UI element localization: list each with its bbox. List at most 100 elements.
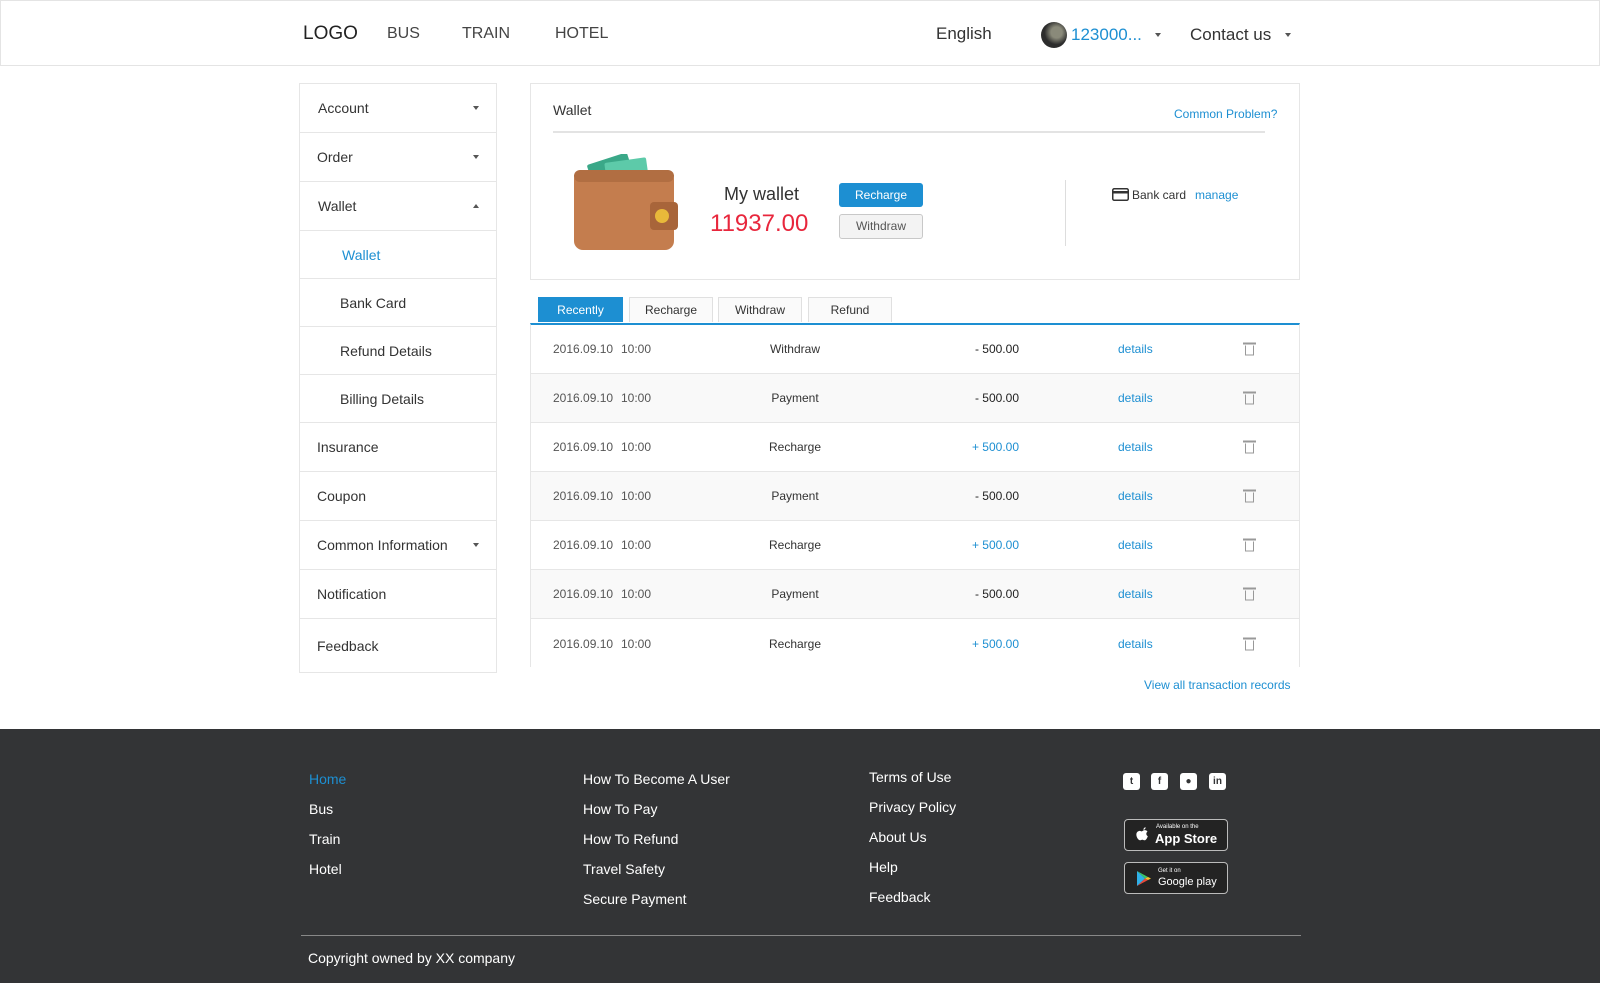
transaction-date: 2016.09.10: [553, 342, 614, 356]
transaction-time: 10:00: [621, 489, 652, 503]
sidebar-item-insurance[interactable]: Insurance: [300, 423, 496, 472]
recharge-button[interactable]: Recharge: [839, 183, 923, 207]
sidebar: Account Order Wallet Wallet Bank Card Re…: [299, 83, 497, 673]
footer-link-how-to-pay[interactable]: How To Pay: [583, 801, 657, 817]
avatar[interactable]: [1041, 22, 1067, 48]
transaction-date: 2016.09.10: [553, 538, 614, 552]
sidebar-item-label: Common Information: [317, 537, 448, 553]
footer-link-about[interactable]: About Us: [869, 829, 927, 845]
footer: [0, 729, 1600, 983]
sidebar-subitem-refund-details[interactable]: Refund Details: [300, 327, 496, 375]
divider: [553, 131, 1265, 133]
transaction-time: 10:00: [621, 342, 652, 356]
details-link[interactable]: details: [1118, 391, 1153, 405]
footer-link-hotel[interactable]: Hotel: [309, 861, 342, 877]
google-play-badge[interactable]: Get it on Google play: [1124, 862, 1228, 894]
transaction-time: 10:00: [621, 587, 652, 601]
details-link[interactable]: details: [1118, 342, 1153, 356]
transaction-amount: - 500.00: [974, 489, 1019, 503]
sidebar-subitem-bank-card[interactable]: Bank Card: [300, 279, 496, 327]
transaction-date: 2016.09.10: [553, 440, 614, 454]
sidebar-item-wallet[interactable]: Wallet: [300, 182, 496, 231]
table-row: 2016.09.10 10:00 Withdraw - 500.00 detai…: [531, 325, 1299, 374]
bank-card-icon: [1112, 188, 1129, 201]
top-header: LOGO BUS TRAIN HOTEL English 123000... C…: [0, 0, 1600, 66]
transactions-table: 2016.09.10 10:00 Withdraw - 500.00 detai…: [530, 323, 1300, 668]
details-link[interactable]: details: [1118, 538, 1153, 552]
github-icon[interactable]: ●: [1180, 773, 1197, 790]
footer-link-help[interactable]: Help: [869, 859, 898, 875]
nav-train[interactable]: TRAIN: [462, 25, 510, 43]
sidebar-item-coupon[interactable]: Coupon: [300, 472, 496, 521]
trash-icon[interactable]: [1243, 391, 1256, 405]
transaction-amount: - 500.00: [974, 587, 1019, 601]
details-link[interactable]: details: [1118, 637, 1153, 651]
footer-link-home[interactable]: Home: [309, 771, 346, 787]
common-problem-link[interactable]: Common Problem?: [1174, 107, 1277, 121]
table-row: 2016.09.10 10:00 Payment - 500.00 detail…: [531, 570, 1299, 619]
transaction-amount: + 500.00: [971, 636, 1019, 651]
footer-link-travel-safety[interactable]: Travel Safety: [583, 861, 665, 877]
bank-card-label: Bank card: [1132, 188, 1187, 202]
table-row: 2016.09.10 10:00 Recharge + 500.00 detai…: [531, 521, 1299, 570]
tab-withdraw[interactable]: Withdraw: [718, 297, 802, 322]
logo[interactable]: LOGO: [303, 23, 358, 45]
transaction-amount: - 500.00: [974, 342, 1019, 356]
transaction-amount: + 500.00: [971, 538, 1019, 552]
manage-bank-card-link[interactable]: manage: [1195, 188, 1238, 202]
sidebar-subitem-wallet[interactable]: Wallet: [300, 231, 496, 279]
sidebar-item-account[interactable]: Account: [300, 84, 496, 133]
transaction-date: 2016.09.10: [553, 391, 614, 405]
trash-icon[interactable]: [1243, 440, 1256, 454]
footer-link-secure-payment[interactable]: Secure Payment: [583, 891, 687, 907]
details-link[interactable]: details: [1118, 440, 1153, 454]
nav-bus[interactable]: BUS: [387, 25, 420, 43]
sidebar-item-notification[interactable]: Notification: [300, 570, 496, 619]
trash-icon[interactable]: [1243, 538, 1256, 552]
withdraw-button[interactable]: Withdraw: [839, 214, 923, 239]
footer-link-feedback[interactable]: Feedback: [869, 889, 930, 905]
trash-icon[interactable]: [1243, 489, 1256, 503]
chevron-down-icon[interactable]: [1285, 33, 1291, 37]
transaction-amount: - 500.00: [974, 391, 1019, 405]
chevron-down-icon: [473, 106, 479, 110]
linkedin-icon[interactable]: in: [1209, 773, 1226, 790]
sidebar-item-label: Order: [317, 149, 353, 165]
app-store-badge[interactable]: Available on the App Store: [1124, 819, 1228, 851]
trash-icon[interactable]: [1243, 637, 1256, 650]
footer-link-become-user[interactable]: How To Become A User: [583, 771, 730, 787]
footer-link-terms[interactable]: Terms of Use: [869, 769, 951, 785]
divider: [1065, 180, 1066, 246]
wallet-summary-card: Wallet Common Problem? My wallet 11937.0…: [530, 83, 1300, 280]
chevron-down-icon[interactable]: [1155, 33, 1161, 37]
transaction-type: Withdraw: [769, 342, 820, 356]
trash-icon[interactable]: [1243, 342, 1256, 356]
facebook-icon[interactable]: f: [1151, 773, 1168, 790]
tab-recharge[interactable]: Recharge: [629, 297, 713, 322]
footer-link-train[interactable]: Train: [309, 831, 340, 847]
google-play-small-text: Get it on: [1158, 868, 1181, 874]
nav-hotel[interactable]: HOTEL: [555, 25, 608, 43]
twitter-icon[interactable]: t: [1123, 773, 1140, 790]
sidebar-subitem-billing-details[interactable]: Billing Details: [300, 375, 496, 423]
details-link[interactable]: details: [1118, 587, 1153, 601]
footer-link-bus[interactable]: Bus: [309, 801, 333, 817]
footer-link-how-to-refund[interactable]: How To Refund: [583, 831, 678, 847]
footer-link-privacy[interactable]: Privacy Policy: [869, 799, 956, 815]
trash-icon[interactable]: [1243, 587, 1256, 601]
sidebar-item-label: Wallet: [342, 246, 381, 263]
user-account-menu[interactable]: 123000...: [1071, 25, 1142, 45]
my-wallet-label: My wallet: [724, 184, 800, 204]
sidebar-item-feedback[interactable]: Feedback: [300, 619, 496, 672]
view-all-transactions-link[interactable]: View all transaction records: [1144, 678, 1291, 692]
sidebar-item-order[interactable]: Order: [300, 133, 496, 182]
tab-refund[interactable]: Refund: [808, 297, 892, 322]
sidebar-item-common-information[interactable]: Common Information: [300, 521, 496, 570]
transaction-time: 10:00: [621, 636, 652, 651]
tab-recently[interactable]: Recently: [538, 297, 623, 322]
contact-us-menu[interactable]: Contact us: [1190, 25, 1271, 45]
language-selector[interactable]: English: [936, 24, 992, 44]
sidebar-item-label: Wallet: [318, 198, 357, 214]
wallet-illustration-icon: [574, 154, 678, 250]
details-link[interactable]: details: [1118, 489, 1153, 503]
